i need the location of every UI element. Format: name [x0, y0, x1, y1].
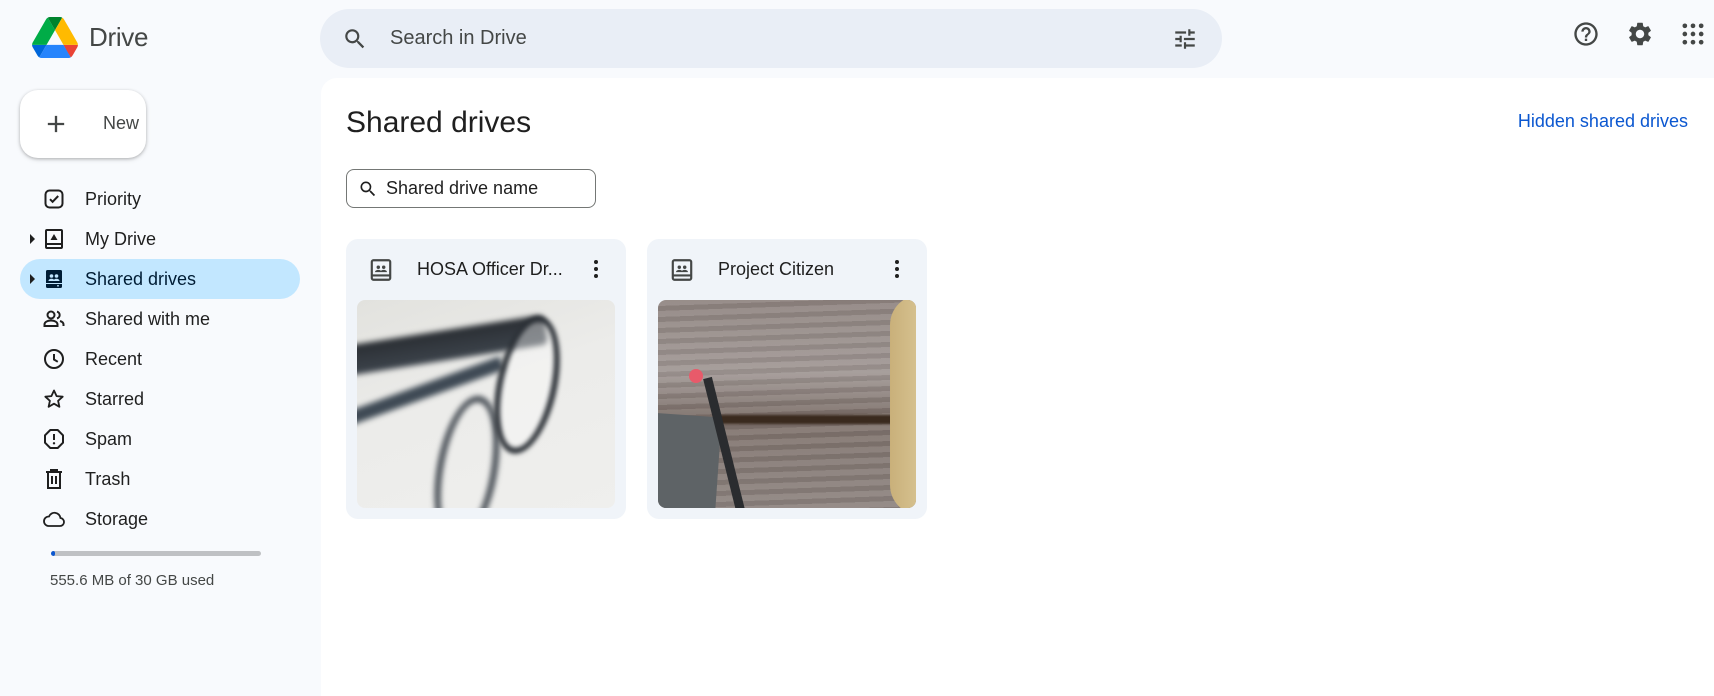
- sidebar-item-label: Storage: [85, 509, 149, 529]
- clock-icon: [42, 347, 66, 371]
- sidebar-item-label: My Drive: [85, 229, 156, 249]
- priority-check-icon: [42, 187, 66, 211]
- shared-drives-grid: HOSA Officer Dr... Project Citizen: [346, 239, 927, 519]
- shared-drive-card[interactable]: Project Citizen: [647, 239, 927, 519]
- sidebar-item-starred[interactable]: Starred: [20, 379, 300, 419]
- search-icon[interactable]: [342, 26, 368, 52]
- shared-drives-icon: [42, 267, 66, 291]
- drive-logo[interactable]: Drive: [32, 17, 148, 58]
- gear-icon: [1629, 22, 1651, 46]
- more-vert-icon: [895, 260, 899, 278]
- sidebar-item-label: Recent: [85, 349, 143, 369]
- help-button[interactable]: [1570, 18, 1602, 50]
- shared-drive-name: Project Citizen: [718, 259, 835, 279]
- storage-progress-fill: [51, 551, 55, 556]
- apps-grid-icon: [1682, 23, 1704, 45]
- sidebar-item-label: Priority: [85, 189, 142, 209]
- sidebar-item-label: Trash: [85, 469, 131, 489]
- sidebar-item-label: Starred: [85, 389, 145, 409]
- main-content: Shared drives Hidden shared drives HOSA …: [321, 78, 1714, 696]
- people-icon: [42, 307, 66, 331]
- drive-logo-icon: [32, 17, 78, 58]
- sidebar-item-priority[interactable]: Priority: [20, 179, 300, 219]
- hidden-shared-drives-link[interactable]: Hidden shared drives: [1518, 111, 1688, 132]
- sidebar-item-label: Spam: [85, 429, 133, 449]
- plus-icon: [47, 115, 65, 133]
- expand-caret-icon[interactable]: [30, 274, 35, 284]
- sidebar-item-label: Shared drives: [85, 269, 197, 289]
- search-input[interactable]: [390, 9, 1110, 68]
- page-title: Shared drives: [346, 106, 532, 139]
- sidebar-item-label: Shared with me: [85, 309, 211, 329]
- search-bar[interactable]: [320, 9, 1222, 68]
- sidebar-item-shared-drives[interactable]: Shared drives: [20, 259, 300, 299]
- shared-drive-card[interactable]: HOSA Officer Dr...: [346, 239, 626, 519]
- sidebar-item-my-drive[interactable]: My Drive: [20, 219, 300, 259]
- more-options-button[interactable]: [584, 257, 608, 281]
- new-button-label: New: [103, 113, 140, 133]
- more-options-button[interactable]: [885, 257, 909, 281]
- apps-button[interactable]: [1677, 18, 1709, 50]
- spam-icon: [42, 427, 66, 451]
- desk-image: [658, 300, 916, 508]
- shared-drive-icon: [671, 259, 693, 281]
- trash-icon: [42, 467, 66, 491]
- shared-drive-name-input[interactable]: [386, 170, 586, 207]
- sidebar-item-storage[interactable]: Storage: [20, 499, 300, 539]
- shared-drive-icon: [370, 259, 392, 281]
- sidebar-item-recent[interactable]: Recent: [20, 339, 300, 379]
- help-icon: [1574, 22, 1598, 46]
- more-vert-icon: [594, 260, 598, 278]
- glasses-image: [357, 300, 615, 508]
- tune-icon[interactable]: [1172, 26, 1198, 52]
- search-icon: [360, 181, 376, 197]
- sidebar-item-spam[interactable]: Spam: [20, 419, 300, 459]
- sidebar-nav: Priority My Drive Shared drives Shared w…: [20, 179, 300, 539]
- shared-drive-filter[interactable]: [346, 169, 596, 208]
- shared-drive-thumbnail: [658, 300, 916, 508]
- storage-progress-bar: [51, 551, 261, 556]
- new-button[interactable]: New: [20, 90, 146, 158]
- expand-caret-icon[interactable]: [30, 234, 35, 244]
- sidebar-item-trash[interactable]: Trash: [20, 459, 300, 499]
- shared-drive-name: HOSA Officer Dr...: [417, 259, 563, 279]
- storage-usage-text: 555.6 MB of 30 GB used: [50, 572, 215, 589]
- app-name: Drive: [89, 22, 149, 52]
- sidebar-item-shared-with-me[interactable]: Shared with me: [20, 299, 300, 339]
- cloud-icon: [42, 507, 66, 531]
- star-icon: [42, 387, 66, 411]
- top-bar: Drive: [0, 0, 1714, 78]
- shared-drive-thumbnail: [357, 300, 615, 508]
- my-drive-icon: [42, 227, 66, 251]
- settings-button[interactable]: [1624, 18, 1656, 50]
